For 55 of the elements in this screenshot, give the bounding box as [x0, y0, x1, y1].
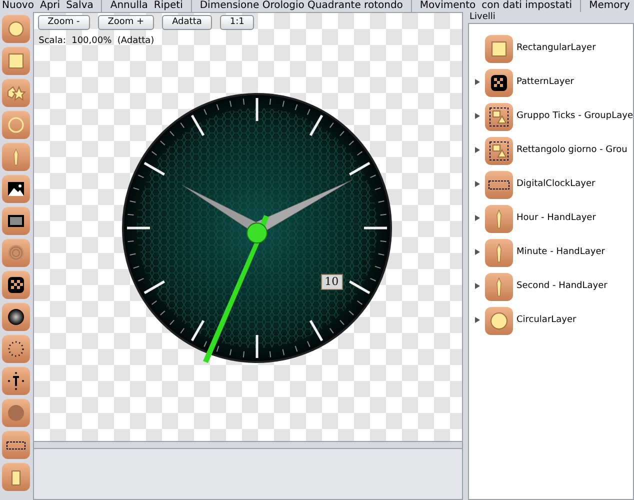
center-cap [246, 222, 268, 244]
ring-tool-icon[interactable] [2, 111, 30, 139]
scale-label: Scala: 100,00% (Adatta) [38, 35, 154, 48]
zoom-button[interactable]: Zoom - [38, 15, 90, 30]
panel-title: Livelli [468, 12, 496, 23]
menu-button[interactable]: Dimensione Orologio Quadrante rotondo [200, 0, 403, 12]
hand-icon [485, 239, 514, 267]
expand-arrow-icon[interactable] [474, 113, 480, 119]
dots-ring-tool-icon[interactable] [2, 335, 30, 363]
battery-tool-icon[interactable] [2, 463, 30, 491]
expand-arrow-icon[interactable] [474, 215, 480, 221]
numbers-tool-icon[interactable] [2, 367, 30, 395]
splitter-handle[interactable] [32, 442, 463, 448]
expand-arrow-icon[interactable] [474, 147, 480, 153]
rectangle-icon [485, 35, 514, 63]
layer-label[interactable]: RectangularLayer [516, 42, 596, 56]
menu-button[interactable]: Memory [589, 0, 630, 12]
checker-icon [485, 69, 514, 97]
layer-label[interactable]: Gruppo Ticks - GroupLaye [516, 110, 633, 124]
date-window: 10 [320, 274, 343, 290]
layer-label[interactable]: Hour - HandLayer [516, 212, 596, 226]
layer-label[interactable]: Minute - HandLayer [516, 246, 605, 260]
layer-label[interactable]: CircularLayer [516, 314, 576, 328]
menu-button[interactable]: Apri [40, 0, 60, 12]
square-tool-icon[interactable] [2, 47, 30, 75]
menu-button[interactable]: con dati impostati [482, 0, 572, 12]
hand-icon [485, 273, 514, 301]
layer-label[interactable]: PatternLayer [516, 76, 574, 90]
expand-arrow-icon[interactable] [474, 317, 480, 323]
hand-icon [485, 205, 514, 233]
menu-button[interactable]: Salva [66, 0, 94, 12]
zoom-button[interactable]: Zoom + [98, 15, 154, 30]
menu-button[interactable]: Movimento [420, 0, 476, 12]
group-icon [485, 103, 514, 131]
digital-clock-tool-icon[interactable] [2, 431, 30, 459]
expand-arrow-icon[interactable] [474, 79, 480, 85]
zoom-button[interactable]: Adatta [162, 15, 212, 30]
circle-tool-icon[interactable] [2, 15, 30, 43]
shapes-tool-icon[interactable] [2, 79, 30, 107]
expand-arrow-icon[interactable] [474, 249, 480, 255]
zoom-button[interactable]: 1:1 [220, 15, 254, 30]
digital-clock-icon [485, 171, 514, 199]
expand-arrow-icon[interactable] [474, 283, 480, 289]
group-icon [485, 137, 514, 165]
image-tool-icon[interactable] [2, 175, 30, 203]
expand-arrow-icon[interactable] [474, 181, 480, 187]
sphere-tool-icon[interactable] [2, 303, 30, 331]
layer-label[interactable]: Second - HandLayer [516, 280, 608, 294]
menu-button[interactable]: Annulla [110, 0, 148, 12]
menu-button[interactable]: Ripeti [154, 0, 183, 12]
checker-tool-icon[interactable] [2, 271, 30, 299]
gif-tool-icon[interactable] [2, 207, 30, 235]
menu-button[interactable]: Nuovo [2, 0, 34, 12]
layer-label[interactable]: Rettangolo giorno - Grou [516, 144, 628, 158]
layer-label[interactable]: DigitalClockLayer [516, 178, 596, 192]
